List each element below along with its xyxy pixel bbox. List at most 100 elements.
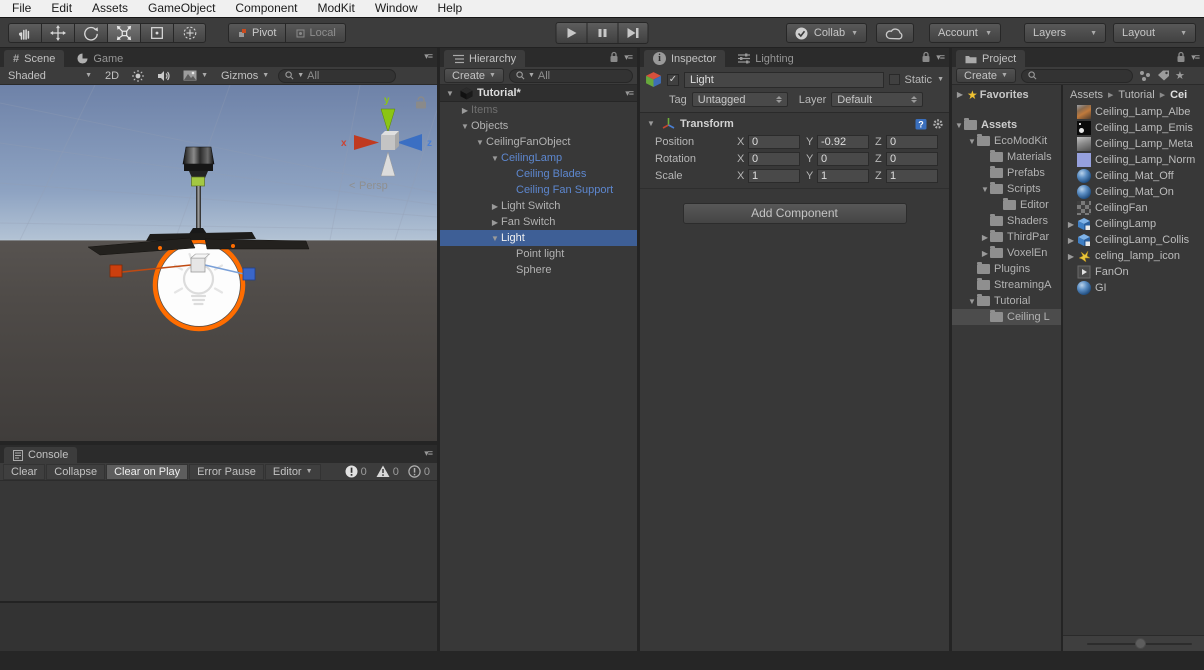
expand-arrow[interactable]: ▶	[980, 249, 990, 258]
scene-lock-icon[interactable]	[416, 97, 426, 109]
panel-menu-icon[interactable]	[1191, 52, 1199, 63]
asset-ceilingfan[interactable]: CeilingFan	[1063, 200, 1204, 216]
console-clear-on-play-button[interactable]: Clear on Play	[106, 464, 188, 480]
shaded-dropdown[interactable]: Shaded ▼	[4, 70, 96, 82]
expand-arrow[interactable]: ▼	[489, 154, 501, 163]
gameobject-name-field[interactable]: Light	[684, 72, 884, 88]
expand-arrow[interactable]: ▼	[954, 121, 964, 130]
console-log-list[interactable]	[0, 481, 437, 601]
hierarchy-item-sphere[interactable]: Sphere	[440, 262, 637, 278]
scale-x-field[interactable]: 1	[748, 169, 800, 183]
pause-button[interactable]	[587, 22, 618, 44]
breadcrumb[interactable]: Assets ▶ Tutorial ▶ Cei	[1063, 85, 1204, 104]
folder-plugins[interactable]: Plugins	[952, 261, 1061, 277]
local-toggle[interactable]: Local	[285, 23, 345, 43]
project-search-input[interactable]	[1021, 69, 1133, 83]
hierarchy-item-ceiling-blades[interactable]: Ceiling Blades	[440, 166, 637, 182]
hierarchy-search-input[interactable]: ▼ All	[509, 69, 633, 83]
folder-prefabs[interactable]: Prefabs	[952, 165, 1061, 181]
expand-arrow[interactable]: ▼	[489, 234, 501, 243]
expand-arrow[interactable]: ▶	[1065, 220, 1077, 229]
asset-ceiling-mat-on[interactable]: Ceiling_Mat_On	[1063, 184, 1204, 200]
position-x-field[interactable]: 0	[748, 135, 800, 149]
tag-dropdown[interactable]: Untagged	[692, 92, 788, 107]
static-checkbox[interactable]	[889, 74, 900, 85]
rotation-x-field[interactable]: 0	[748, 152, 800, 166]
asset-celing-lamp-icon[interactable]: ▶celing_lamp_icon	[1063, 248, 1204, 264]
folder-ceiling-l[interactable]: Ceiling L	[952, 309, 1061, 325]
zoom-slider-knob[interactable]	[1135, 638, 1146, 649]
scale-y-field[interactable]: 1	[817, 169, 869, 183]
scene-asset-header[interactable]: ▼ Tutorial*	[440, 85, 637, 102]
asset-ceiling-lamp-norm[interactable]: Ceiling_Lamp_Norm	[1063, 152, 1204, 168]
asset-ceilinglamp-collis[interactable]: ▶CeilingLamp_Collis	[1063, 232, 1204, 248]
expand-arrow[interactable]: ▶	[1065, 252, 1077, 261]
add-component-button[interactable]: Add Component	[683, 203, 907, 224]
panel-menu-icon[interactable]	[424, 51, 432, 62]
menu-window[interactable]: Window	[365, 0, 428, 18]
breadcrumb-tutorial[interactable]: Tutorial	[1118, 89, 1154, 101]
asset-ceiling-lamp-meta[interactable]: Ceiling_Lamp_Meta	[1063, 136, 1204, 152]
scene-lighting-toggle[interactable]	[128, 70, 148, 82]
asset-ceiling-lamp-emis[interactable]: Ceiling_Lamp_Emis	[1063, 120, 1204, 136]
expand-arrow[interactable]: ▶	[980, 233, 990, 242]
warning-count[interactable]: 0	[376, 465, 399, 478]
move-tool[interactable]	[41, 23, 74, 43]
asset-ceiling-lamp-albe[interactable]: Ceiling_Lamp_Albe	[1063, 104, 1204, 120]
folder-editor[interactable]: Editor	[952, 197, 1061, 213]
enabled-checkbox[interactable]: ✓	[667, 74, 679, 86]
expand-arrow[interactable]: ▶	[489, 202, 501, 211]
lock-icon[interactable]	[921, 51, 931, 63]
hierarchy-item-fan-switch[interactable]: ▶Fan Switch	[440, 214, 637, 230]
search-by-label-icon[interactable]	[1157, 70, 1170, 82]
folder-assets[interactable]: ▼Assets	[952, 117, 1061, 133]
hierarchy-create-button[interactable]: Create▼	[444, 68, 504, 83]
rotation-y-field[interactable]: 0	[817, 152, 869, 166]
expand-arrow[interactable]: ▶	[489, 218, 501, 227]
favorites-section[interactable]: ▶ ★ Favorites	[952, 86, 1061, 103]
tab-project[interactable]: Project	[956, 50, 1025, 67]
menu-help[interactable]: Help	[428, 0, 473, 18]
scene-search-input[interactable]: ▼ All	[278, 69, 396, 83]
hierarchy-item-light[interactable]: ▼Light	[440, 230, 637, 246]
folder-thirdpar[interactable]: ▶ThirdPar	[952, 229, 1061, 245]
expand-arrow[interactable]: ▼	[980, 185, 990, 194]
asset-ceilinglamp[interactable]: ▶CeilingLamp	[1063, 216, 1204, 232]
expand-arrow[interactable]: ▶	[955, 90, 965, 99]
hierarchy-item-objects[interactable]: ▼Objects	[440, 118, 637, 134]
panel-menu-icon[interactable]	[936, 52, 944, 63]
hand-tool[interactable]	[8, 23, 41, 43]
expand-arrow[interactable]: ▼	[967, 297, 977, 306]
menu-component[interactable]: Component	[225, 0, 307, 18]
project-create-button[interactable]: Create▼	[956, 68, 1016, 83]
folder-materials[interactable]: Materials	[952, 149, 1061, 165]
folder-streaminga[interactable]: StreamingA	[952, 277, 1061, 293]
tab-inspector[interactable]: i Inspector	[644, 50, 725, 67]
position-y-field[interactable]: -0.92	[817, 135, 869, 149]
favorites-star-icon[interactable]: ★	[1175, 69, 1185, 82]
persp-toggle[interactable]: < Persp	[349, 180, 388, 192]
hierarchy-item-ceiling-fan-support[interactable]: Ceiling Fan Support	[440, 182, 637, 198]
expand-arrow[interactable]: ▼	[459, 122, 471, 131]
scale-z-field[interactable]: 1	[886, 169, 938, 183]
asset-fanon[interactable]: FanOn	[1063, 264, 1204, 280]
account-dropdown[interactable]: Account▼	[929, 23, 1001, 43]
folder-voxelen[interactable]: ▶VoxelEn	[952, 245, 1061, 261]
scene-viewport[interactable]: y x z < Persp	[0, 85, 437, 441]
message-count[interactable]: 0	[408, 465, 430, 478]
folder-tutorial[interactable]: ▼Tutorial	[952, 293, 1061, 309]
ceiling-fan-model[interactable]	[88, 147, 309, 255]
expand-arrow[interactable]: ▼	[967, 137, 977, 146]
scene-audio-toggle[interactable]	[153, 70, 174, 82]
rotate-tool[interactable]	[74, 23, 107, 43]
menu-assets[interactable]: Assets	[82, 0, 138, 18]
layout-dropdown[interactable]: Layout▼	[1113, 23, 1196, 43]
hierarchy-item-items[interactable]: ▶Items	[440, 102, 637, 118]
hierarchy-item-light-switch[interactable]: ▶Light Switch	[440, 198, 637, 214]
expand-arrow[interactable]: ▼	[444, 89, 456, 98]
rect-tool[interactable]	[140, 23, 173, 43]
2d-toggle[interactable]: 2D	[101, 70, 123, 82]
tab-game[interactable]: Game	[68, 50, 132, 67]
console-editor-dropdown[interactable]: Editor▼	[265, 464, 321, 480]
error-count[interactable]: 0	[345, 465, 367, 478]
